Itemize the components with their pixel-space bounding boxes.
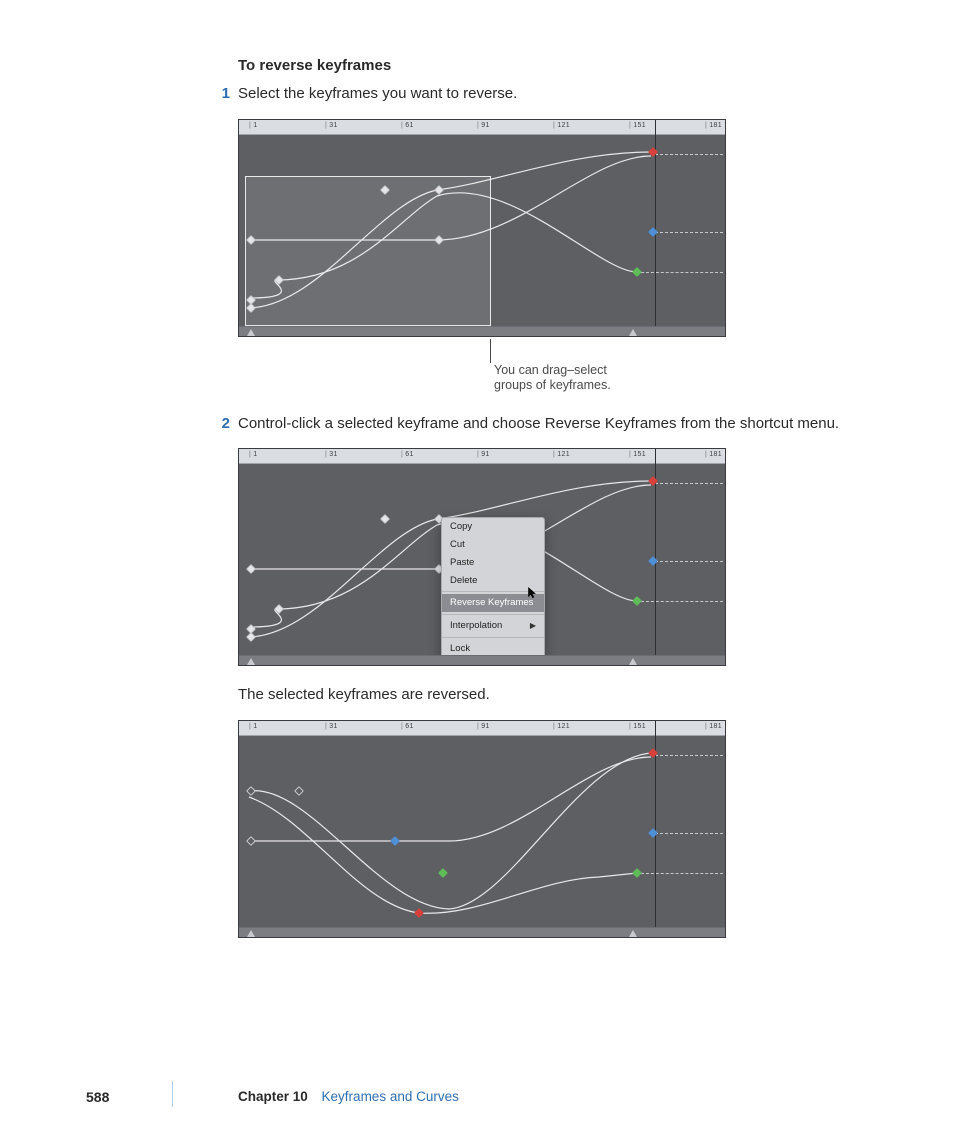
timeline-ruler: 1 31 61 91 121 151 181 bbox=[239, 449, 725, 464]
editor-bottom-bar bbox=[239, 927, 725, 937]
ctx-interpolation[interactable]: Interpolation▶ bbox=[442, 617, 544, 635]
ruler-tick: 1 bbox=[249, 722, 258, 732]
ruler-tick: 1 bbox=[249, 121, 258, 131]
ruler-tick: 151 bbox=[629, 450, 646, 460]
drag-selection-box bbox=[245, 176, 491, 326]
callout-text-line: You can drag–select bbox=[494, 363, 611, 379]
callout: You can drag–select groups of keyframes. bbox=[238, 341, 726, 395]
ruler-tick: 151 bbox=[629, 722, 646, 732]
step-number-1: 1 bbox=[170, 83, 238, 105]
ruler-tick: 181 bbox=[705, 722, 722, 732]
ruler-tick: 31 bbox=[325, 450, 338, 460]
page-footer: 588 Chapter 10 Keyframes and Curves bbox=[0, 1087, 954, 1107]
timeline-ruler: 1 31 61 91 121 151 181 bbox=[239, 120, 725, 135]
ctx-paste[interactable]: Paste bbox=[442, 554, 544, 572]
section-heading: To reverse keyframes bbox=[238, 55, 884, 77]
editor-bottom-bar bbox=[239, 655, 725, 665]
curve-extension-dashed bbox=[655, 154, 723, 155]
result-text: The selected keyframes are reversed. bbox=[238, 684, 884, 706]
ruler-tick: 151 bbox=[629, 121, 646, 131]
ruler-tick: 121 bbox=[553, 722, 570, 732]
ctx-copy[interactable]: Copy bbox=[442, 518, 544, 536]
ruler-tick: 121 bbox=[553, 121, 570, 131]
curve-extension-dashed bbox=[655, 232, 723, 233]
curve-extension-dashed bbox=[641, 601, 723, 602]
curve-extension-dashed bbox=[641, 272, 723, 273]
ruler-tick: 91 bbox=[477, 722, 490, 732]
curve-extension-dashed bbox=[655, 483, 723, 484]
ruler-tick: 181 bbox=[705, 121, 722, 131]
ruler-tick: 121 bbox=[553, 450, 570, 460]
chevron-right-icon: ▶ bbox=[530, 622, 536, 630]
step-text-1: Select the keyframes you want to reverse… bbox=[238, 83, 884, 105]
ctx-cut[interactable]: Cut bbox=[442, 536, 544, 554]
ruler-tick: 61 bbox=[401, 722, 414, 732]
callout-text-line: groups of keyframes. bbox=[494, 378, 611, 394]
chapter-title: Keyframes and Curves bbox=[322, 1089, 459, 1104]
editor-bottom-bar bbox=[239, 326, 725, 336]
keyframe-editor-figure-3: 1 31 61 91 121 151 181 bbox=[238, 720, 726, 938]
curve-extension-dashed bbox=[655, 561, 723, 562]
curve-extension-dashed bbox=[655, 833, 723, 834]
step-text-2: Control-click a selected keyframe and ch… bbox=[238, 413, 884, 435]
ruler-tick: 181 bbox=[705, 450, 722, 460]
ruler-tick: 61 bbox=[401, 121, 414, 131]
curve-extension-dashed bbox=[641, 873, 723, 874]
ruler-tick: 91 bbox=[477, 450, 490, 460]
curve-extension-dashed bbox=[655, 755, 723, 756]
keyframe-editor-figure-1: 1 31 61 91 121 151 181 bbox=[238, 119, 726, 337]
ruler-tick: 61 bbox=[401, 450, 414, 460]
ruler-tick: 31 bbox=[325, 121, 338, 131]
ruler-tick: 91 bbox=[477, 121, 490, 131]
step-number-2: 2 bbox=[170, 413, 238, 435]
ruler-tick: 31 bbox=[325, 722, 338, 732]
page-number: 588 bbox=[0, 1087, 172, 1107]
keyframe-editor-figure-2: 1 31 61 91 121 151 181 bbox=[238, 448, 726, 666]
ruler-tick: 1 bbox=[249, 450, 258, 460]
timeline-ruler: 1 31 61 91 121 151 181 bbox=[239, 721, 725, 736]
chapter-label: Chapter 10 bbox=[238, 1089, 308, 1104]
cursor-icon bbox=[528, 584, 537, 596]
